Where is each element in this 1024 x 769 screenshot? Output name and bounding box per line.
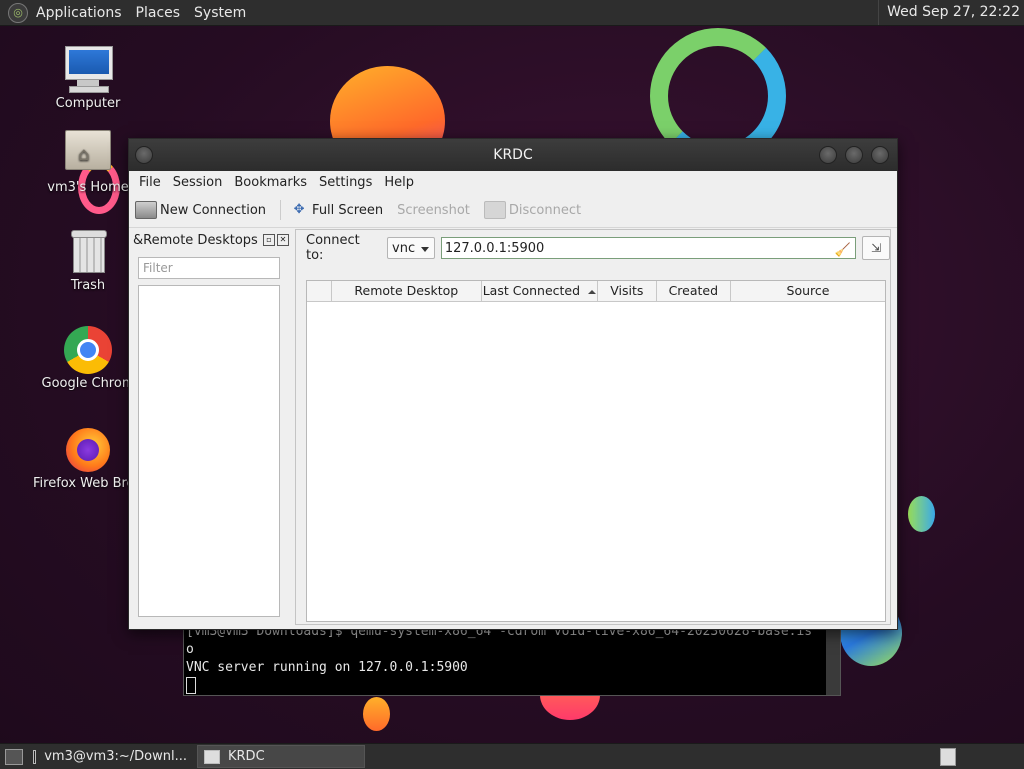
trash-applet-icon[interactable]: [940, 748, 956, 766]
show-desktop-icon[interactable]: [5, 748, 23, 765]
column-header-source[interactable]: Source: [731, 281, 885, 301]
disconnect-button[interactable]: Disconnect: [483, 201, 581, 219]
connections-table: Remote Desktop Last Connected Visits Cre…: [306, 280, 886, 622]
connect-to-label: Connect to:: [306, 233, 360, 263]
window-icon: [204, 749, 220, 764]
close-button[interactable]: [871, 146, 889, 164]
trash-icon: [63, 228, 113, 276]
column-header-created[interactable]: Created: [657, 281, 732, 301]
top-panel: ◎ Applications Places System Wed Sep 27,…: [0, 0, 1024, 26]
protocol-select[interactable]: vnc: [387, 237, 435, 259]
column-header-icon[interactable]: [307, 281, 332, 301]
home-folder-icon: ⌂: [63, 130, 113, 178]
window-titlebar[interactable]: KRDC: [129, 139, 897, 171]
distro-logo-icon[interactable]: ◎: [8, 2, 28, 23]
address-input[interactable]: 127.0.0.1:5900 🧹: [440, 237, 857, 262]
main-panel: Connect to: vnc 127.0.0.1:5900 🧹 ⇲ Remot…: [295, 229, 891, 625]
terminal-icon: [33, 749, 37, 764]
clock[interactable]: Wed Sep 27, 22:22: [878, 0, 1020, 25]
window-title: KRDC: [493, 147, 533, 163]
taskbar: vm3@vm3:~/Downl... KRDC: [0, 743, 1024, 769]
sort-ascending-icon: [588, 289, 597, 294]
disconnect-icon: [483, 201, 506, 219]
menu-system[interactable]: System: [194, 5, 246, 21]
menubar: File Session Bookmarks Settings Help: [129, 171, 897, 193]
taskbar-item-krdc[interactable]: KRDC: [197, 745, 365, 768]
toolbar-separator: [280, 200, 282, 220]
clear-brush-icon[interactable]: 🧹: [835, 240, 851, 262]
terminal-line: VNC server running on 127.0.0.1:5900: [186, 660, 468, 675]
menu-applications[interactable]: Applications: [36, 5, 122, 21]
menu-settings[interactable]: Settings: [313, 175, 378, 190]
taskbar-item-terminal[interactable]: vm3@vm3:~/Downl...: [27, 746, 193, 767]
desktop-icon-chrome[interactable]: Google Chrom: [33, 326, 143, 391]
float-panel-icon[interactable]: ▫: [263, 234, 275, 246]
chrome-icon: [63, 326, 113, 374]
desktop-icon-trash[interactable]: Trash: [33, 228, 143, 293]
firefox-icon: [63, 426, 113, 474]
menu-session[interactable]: Session: [167, 175, 229, 190]
menu-file[interactable]: File: [133, 175, 167, 190]
connect-button[interactable]: ⇲: [862, 236, 890, 260]
panel-title: &Remote Desktops: [133, 232, 258, 248]
column-header-visits[interactable]: Visits: [598, 281, 657, 301]
full-screen-icon: ✥: [293, 202, 305, 217]
filter-input[interactable]: Filter: [138, 257, 280, 279]
new-connection-button[interactable]: New Connection: [135, 201, 266, 219]
terminal-cursor: [186, 677, 196, 694]
remote-desktops-list[interactable]: [138, 285, 280, 617]
toolbar: New Connection ✥ Full Screen Screenshot …: [129, 193, 897, 228]
maximize-button[interactable]: [845, 146, 863, 164]
new-connection-icon: [135, 201, 157, 219]
desktop-icon-computer[interactable]: Computer: [33, 46, 143, 111]
column-header-remote-desktop[interactable]: Remote Desktop: [332, 281, 482, 301]
menu-help[interactable]: Help: [378, 175, 420, 190]
column-header-last-connected[interactable]: Last Connected: [482, 281, 598, 301]
window-menu-button[interactable]: [135, 146, 153, 164]
connect-icon: ⇲: [871, 241, 882, 255]
krdc-window: KRDC File Session Bookmarks Settings Hel…: [128, 138, 898, 630]
screenshot-button[interactable]: Screenshot: [397, 203, 470, 218]
menu-bookmarks[interactable]: Bookmarks: [228, 175, 313, 190]
close-panel-icon[interactable]: ✕: [277, 234, 289, 246]
chevron-down-icon: [420, 247, 429, 252]
wallpaper-green-dot: [908, 496, 935, 532]
table-body[interactable]: [307, 302, 885, 620]
desktop-icon-firefox[interactable]: Firefox Web Brow: [33, 426, 143, 491]
computer-icon: [63, 46, 113, 94]
full-screen-button[interactable]: ✥ Full Screen: [289, 202, 384, 218]
terminal-output: [vm3@vm3 Downloads]$ qemu-system-x86_64 …: [186, 623, 812, 695]
wallpaper-small-orange: [363, 697, 390, 731]
minimize-button[interactable]: [819, 146, 837, 164]
panel-header: &Remote Desktops ▫ ✕: [133, 231, 289, 249]
menu-places[interactable]: Places: [136, 5, 181, 21]
table-header: Remote Desktop Last Connected Visits Cre…: [307, 281, 885, 302]
remote-desktops-panel: &Remote Desktops ▫ ✕ Filter: [133, 231, 289, 621]
connect-row: Connect to: vnc 127.0.0.1:5900 🧹 ⇲: [296, 230, 890, 266]
terminal-line: o: [186, 642, 194, 657]
desktop-icon-home[interactable]: ⌂ vm3's Home: [33, 130, 143, 195]
